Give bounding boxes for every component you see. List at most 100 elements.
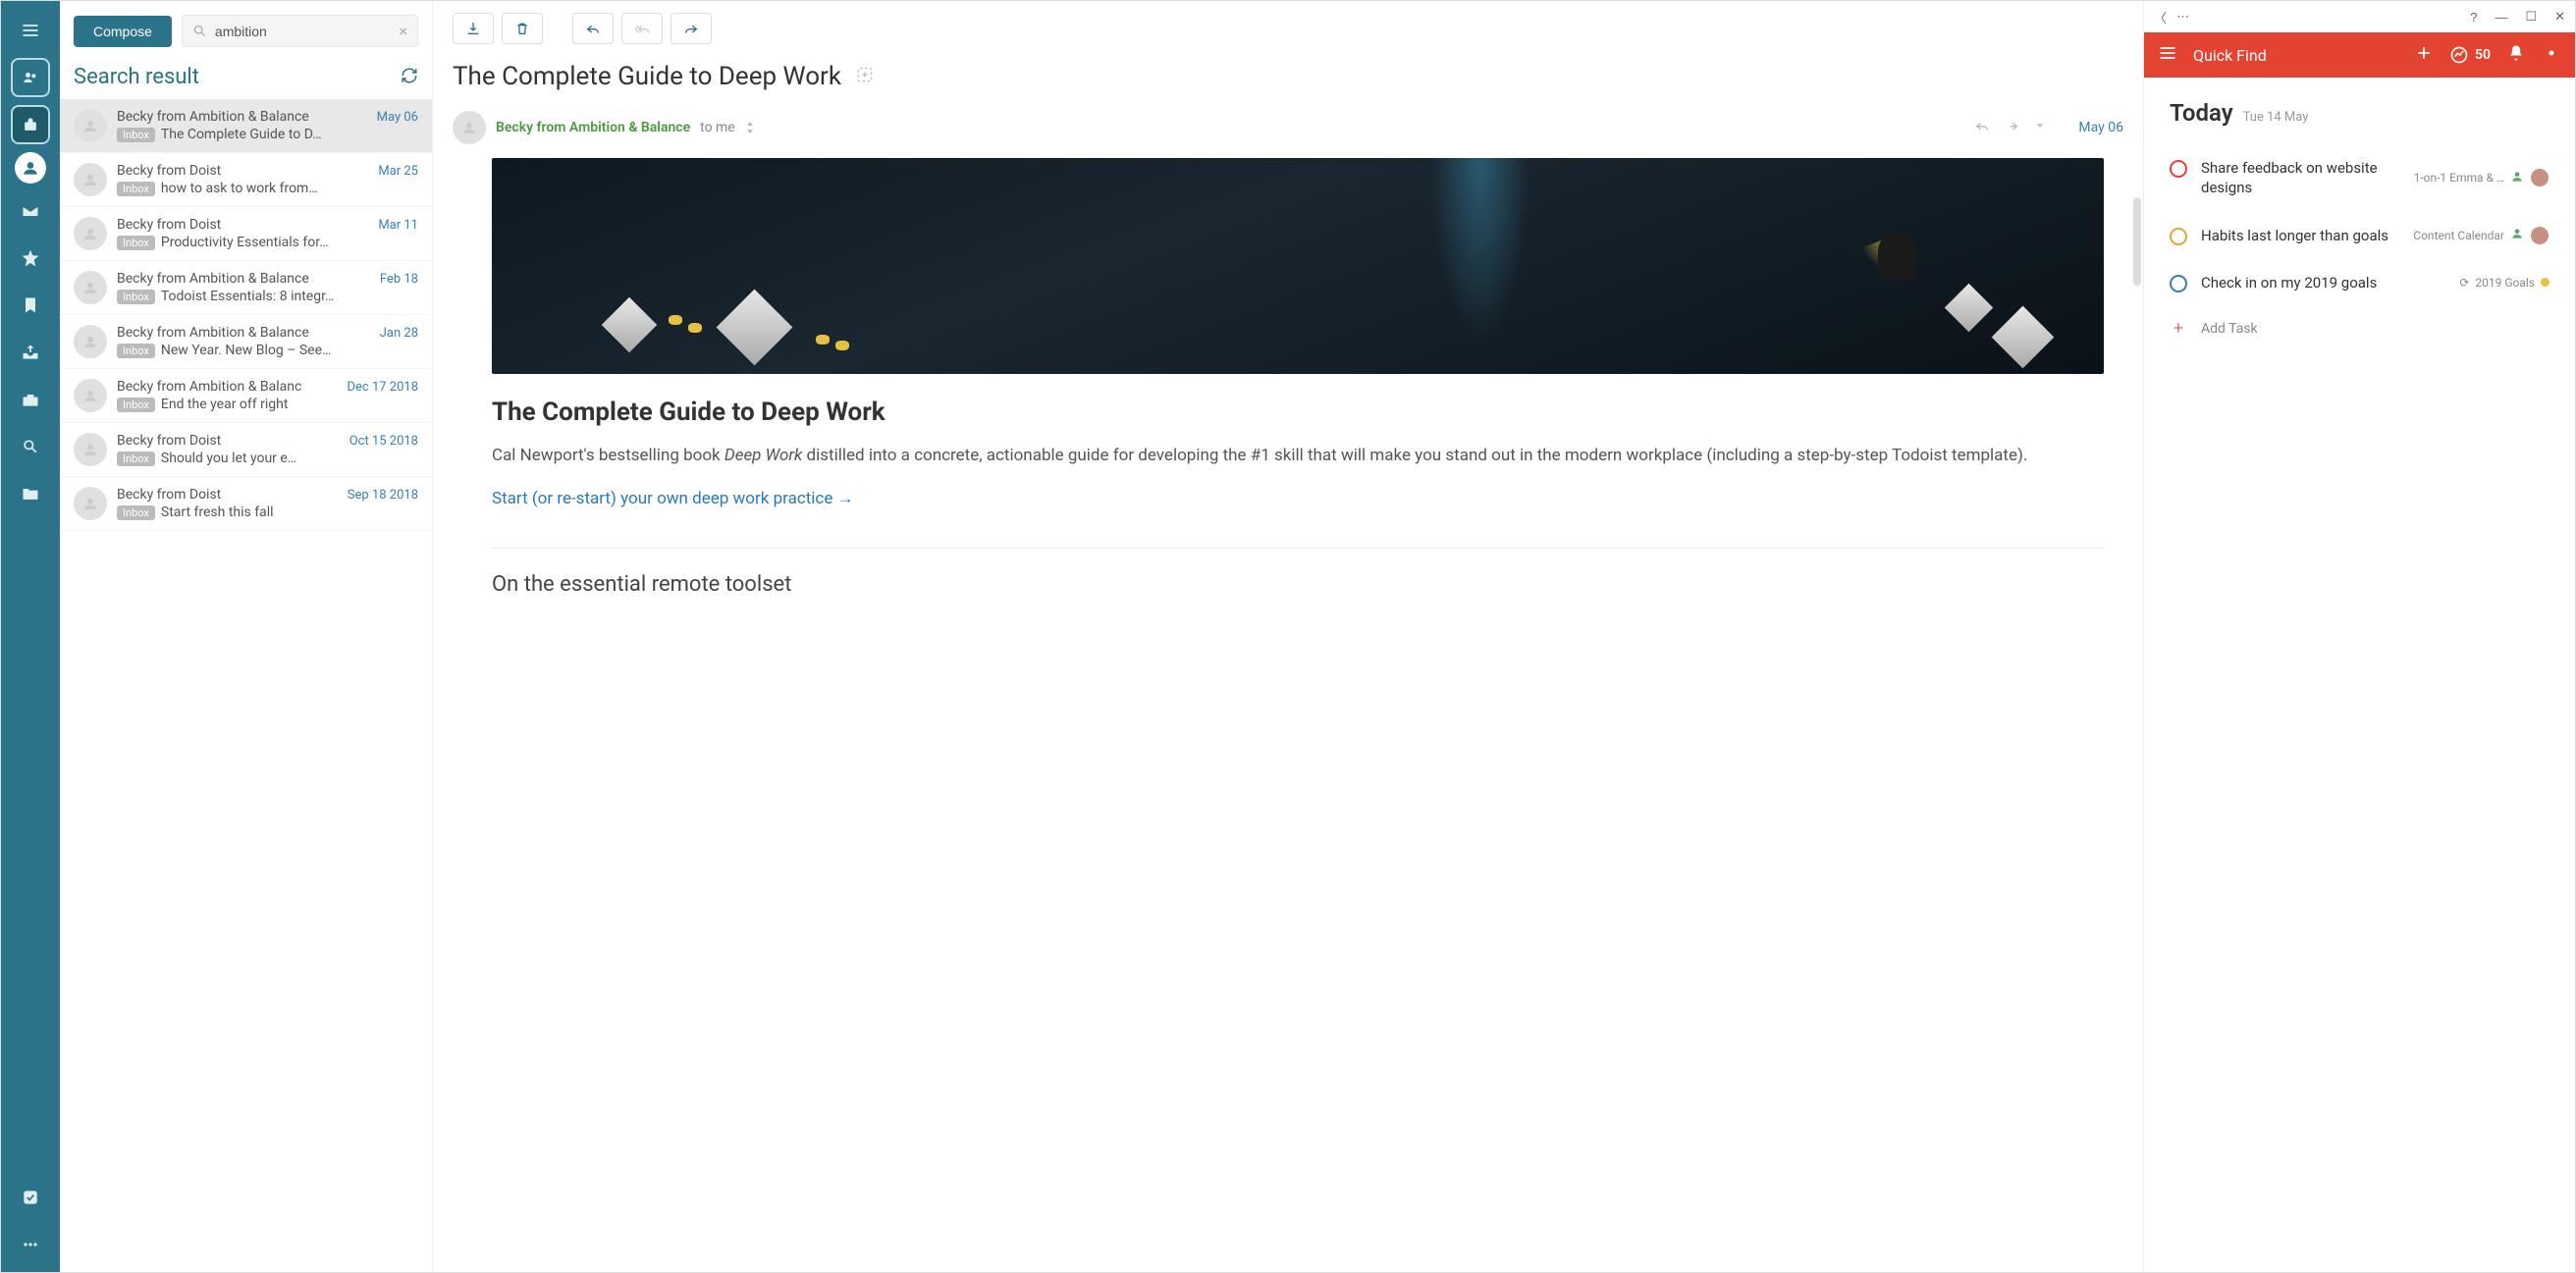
message-list-pane: Compose × Search result Becky from Ambit…: [60, 1, 433, 1272]
help-icon[interactable]: ?: [2470, 10, 2477, 25]
assignee-avatar: [2530, 226, 2549, 245]
search-input[interactable]: [215, 24, 400, 39]
article-body: Cal Newport's bestselling book Deep Work…: [492, 443, 2104, 469]
message-avatar: [74, 379, 107, 412]
message-row[interactable]: Becky from Ambition & Balance Jan 28 Inb…: [60, 315, 432, 369]
list-heading: Search result: [74, 65, 199, 89]
nav-tasks[interactable]: [11, 1178, 50, 1217]
message-row[interactable]: Becky from Doist Mar 25 Inbox how to ask…: [60, 153, 432, 207]
hamburger-icon[interactable]: [2158, 43, 2177, 67]
message-list: Becky from Ambition & Balance May 06 Inb…: [60, 99, 432, 1272]
today-heading: Today: [2170, 99, 2233, 127]
reply-all-button[interactable]: [621, 13, 663, 44]
compose-button[interactable]: Compose: [74, 16, 172, 47]
nav-outbox[interactable]: [11, 333, 50, 372]
folder-badge: Inbox: [117, 451, 155, 466]
message-avatar: [74, 487, 107, 520]
nav-more-icon[interactable]: ⋯: [2176, 9, 2189, 25]
add-task-label: Add Task: [2201, 321, 2258, 337]
message-date: Oct 15 2018: [349, 434, 418, 449]
add-tag-button[interactable]: [855, 65, 875, 88]
message-row[interactable]: Becky from Doist Sep 18 2018 Inbox Start…: [60, 477, 432, 531]
message-sender: Becky from Doist: [117, 217, 221, 233]
message-subject: Start fresh this fall: [161, 504, 418, 520]
nav-back-icon[interactable]: 〈: [2154, 8, 2167, 27]
task-row[interactable]: Share feedback on website designs 1-on-1…: [2170, 146, 2549, 214]
today-date: Tue 14 May: [2243, 110, 2309, 125]
minimize-icon[interactable]: —: [2495, 10, 2507, 25]
download-button[interactable]: [453, 13, 494, 44]
header-forward-icon[interactable]: [2004, 118, 2019, 137]
menu-button[interactable]: [11, 11, 50, 50]
message-sender: Becky from Doist: [117, 433, 221, 449]
message-avatar: [74, 217, 107, 250]
message-row[interactable]: Becky from Ambition & Balance Feb 18 Inb…: [60, 261, 432, 315]
task-checkbox[interactable]: [2170, 275, 2187, 292]
person-icon: [2510, 170, 2524, 186]
nav-more[interactable]: [11, 1225, 50, 1264]
message-row[interactable]: Becky from Doist Mar 11 Inbox Productivi…: [60, 207, 432, 261]
task-checkbox[interactable]: [2170, 160, 2187, 178]
notifications-icon[interactable]: [2506, 43, 2526, 67]
reply-button[interactable]: [572, 13, 614, 44]
nav-folder[interactable]: [11, 474, 50, 513]
karma-score[interactable]: 50: [2449, 45, 2491, 65]
expand-recipients-icon[interactable]: [745, 122, 755, 133]
message-subject: End the year off right: [161, 397, 418, 412]
nav-starred[interactable]: [11, 239, 50, 278]
message-date: Jan 28: [380, 326, 418, 341]
article-link[interactable]: Start (or re-start) your own deep work p…: [492, 489, 2104, 508]
folder-badge: Inbox: [117, 128, 155, 142]
message-sender: Becky from Doist: [117, 487, 221, 503]
search-icon: [192, 24, 207, 38]
nav-search-key[interactable]: [11, 427, 50, 466]
todoist-top-bar: Quick Find 50: [2144, 32, 2575, 78]
sender-avatar: [453, 111, 486, 144]
nav-toolbox[interactable]: [11, 380, 50, 419]
folder-badge: Inbox: [117, 236, 155, 250]
message-row[interactable]: Becky from Doist Oct 15 2018 Inbox Shoul…: [60, 423, 432, 477]
search-box[interactable]: ×: [182, 15, 418, 47]
delete-button[interactable]: [502, 13, 543, 44]
header-more-icon[interactable]: [2033, 119, 2047, 136]
sender-name[interactable]: Becky from Ambition & Balance: [496, 120, 690, 135]
task-row[interactable]: Check in on my 2019 goals ⟳2019 Goals: [2170, 261, 2549, 308]
message-subject: New Year. New Blog – See…: [161, 343, 418, 358]
add-task-button[interactable]: + Add Task: [2170, 308, 2549, 348]
nav-inbox[interactable]: [11, 191, 50, 231]
nav-profile[interactable]: [15, 152, 46, 184]
message-subject: Should you let your e…: [161, 451, 418, 466]
refresh-button[interactable]: [401, 67, 418, 88]
reading-pane: The Complete Guide to Deep Work Becky fr…: [433, 1, 2143, 1272]
task-project: 2019 Goals: [2475, 276, 2535, 290]
window-controls: 〈 ⋯ ? — ☐ ✕: [2144, 1, 2575, 32]
recipient-label: to me: [700, 120, 735, 135]
message-row[interactable]: Becky from Ambition & Balance May 06 Inb…: [60, 99, 432, 153]
nav-work[interactable]: [11, 105, 50, 144]
folder-badge: Inbox: [117, 344, 155, 358]
plus-icon: +: [2170, 318, 2187, 339]
nav-contacts[interactable]: [11, 58, 50, 97]
maximize-icon[interactable]: ☐: [2525, 9, 2537, 25]
close-icon[interactable]: ✕: [2554, 9, 2565, 25]
message-avatar: [74, 163, 107, 196]
folder-badge: Inbox: [117, 505, 155, 520]
person-icon: [2510, 227, 2524, 243]
add-icon[interactable]: [2414, 43, 2434, 67]
message-sender: Becky from Doist: [117, 163, 221, 179]
nav-bookmark[interactable]: [11, 286, 50, 325]
message-date: Feb 18: [380, 272, 418, 287]
message-row[interactable]: Becky from Ambition & Balanc Dec 17 2018…: [60, 369, 432, 423]
scrollbar-thumb[interactable]: [2133, 197, 2141, 286]
divider: [492, 548, 2104, 549]
forward-button[interactable]: [671, 13, 712, 44]
task-checkbox[interactable]: [2170, 228, 2187, 245]
quick-find[interactable]: Quick Find: [2193, 46, 2398, 65]
task-project: 1-on-1 Emma & …: [2414, 171, 2504, 185]
header-reply-icon[interactable]: [1974, 118, 1990, 137]
task-row[interactable]: Habits last longer than goals Content Ca…: [2170, 214, 2549, 261]
settings-icon[interactable]: [2542, 43, 2561, 67]
article-title: The Complete Guide to Deep Work: [492, 398, 2104, 427]
message-sender: Becky from Ambition & Balance: [117, 271, 309, 287]
search-clear-button[interactable]: ×: [399, 22, 407, 40]
